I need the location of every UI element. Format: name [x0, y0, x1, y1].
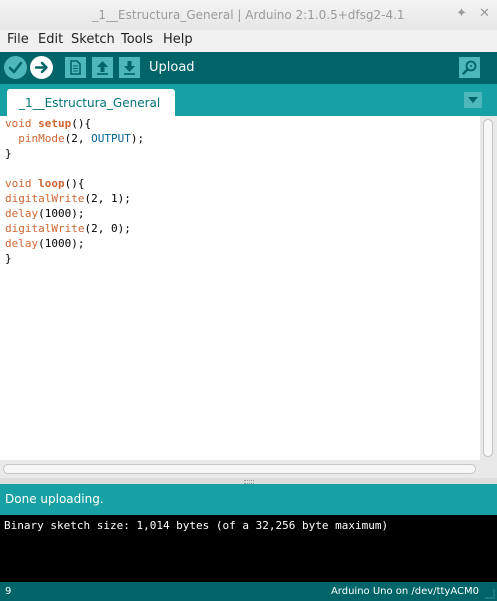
menu-edit[interactable]: Edit	[38, 32, 63, 47]
menu-help[interactable]: Help	[163, 32, 193, 47]
code-line: pinMode(2, OUTPUT);	[18, 132, 145, 145]
code-lines: void setup(){ pinMode(2, OUTPUT);} void l…	[5, 116, 144, 266]
status-message: Done uploading.	[5, 492, 104, 506]
toolbar: Upload	[0, 52, 497, 84]
verify-icon	[8, 61, 23, 74]
menu-bar: File Edit Sketch Tools Help	[0, 30, 497, 52]
horizontal-scroll-thumb[interactable]	[3, 464, 476, 474]
console-text: Binary sketch size: 1,014 bytes (of a 32…	[4, 519, 389, 532]
code-line: }	[5, 147, 12, 160]
vertical-scrollbar[interactable]	[480, 116, 497, 460]
tab-menu-button[interactable]	[464, 92, 482, 108]
vertical-scroll-thumb[interactable]	[483, 119, 493, 457]
footer-bar: 9 Arduino Uno on /dev/ttyACM0	[0, 582, 497, 601]
title-bar: _1__Estructura_General | Arduino 2:1.0.5…	[0, 0, 497, 31]
open-icon	[97, 61, 108, 75]
serial-monitor-icon	[462, 60, 477, 75]
new-icon	[70, 60, 81, 75]
code-editor[interactable]: void setup(){ pinMode(2, OUTPUT);} void l…	[0, 116, 480, 460]
status-bar: Done uploading.	[0, 484, 497, 515]
code-line: }	[5, 252, 12, 265]
save-icon	[124, 61, 135, 75]
code-line: digitalWrite(2, 0);	[5, 222, 131, 235]
horizontal-scrollbar[interactable]	[0, 460, 497, 478]
toolbar-hint: Upload	[149, 60, 195, 75]
menu-file[interactable]: File	[7, 32, 29, 47]
code-line: delay(1000);	[5, 207, 85, 220]
tab-bar: _1__Estructura_General	[0, 84, 497, 116]
serial-monitor-button[interactable]	[459, 57, 480, 78]
code-line: void loop(){	[5, 177, 85, 190]
console-output[interactable]: Binary sketch size: 1,014 bytes (of a 32…	[0, 515, 497, 582]
open-button[interactable]	[92, 57, 113, 78]
resize-grip-icon[interactable]	[485, 589, 495, 599]
line-number: 9	[5, 586, 12, 597]
close-icon[interactable]: ✕	[479, 6, 490, 21]
menu-tools[interactable]: Tools	[121, 32, 153, 47]
window-title: _1__Estructura_General | Arduino 2:1.0.5…	[92, 8, 405, 22]
new-button[interactable]	[65, 57, 86, 78]
upload-button[interactable]	[30, 56, 53, 79]
code-line: delay(1000);	[5, 237, 85, 250]
code-line: void setup(){	[5, 117, 92, 130]
save-button[interactable]	[119, 57, 140, 78]
board-port-label: Arduino Uno on /dev/ttyACM0	[330, 586, 479, 597]
tab-label: _1__Estructura_General	[19, 96, 161, 110]
maximize-icon[interactable]: ✦	[456, 6, 467, 21]
upload-icon	[34, 61, 48, 74]
code-line: digitalWrite(2, 1);	[5, 192, 131, 205]
menu-sketch[interactable]: Sketch	[71, 32, 115, 47]
tab-sketch[interactable]: _1__Estructura_General	[7, 89, 175, 116]
verify-button[interactable]	[4, 56, 27, 79]
